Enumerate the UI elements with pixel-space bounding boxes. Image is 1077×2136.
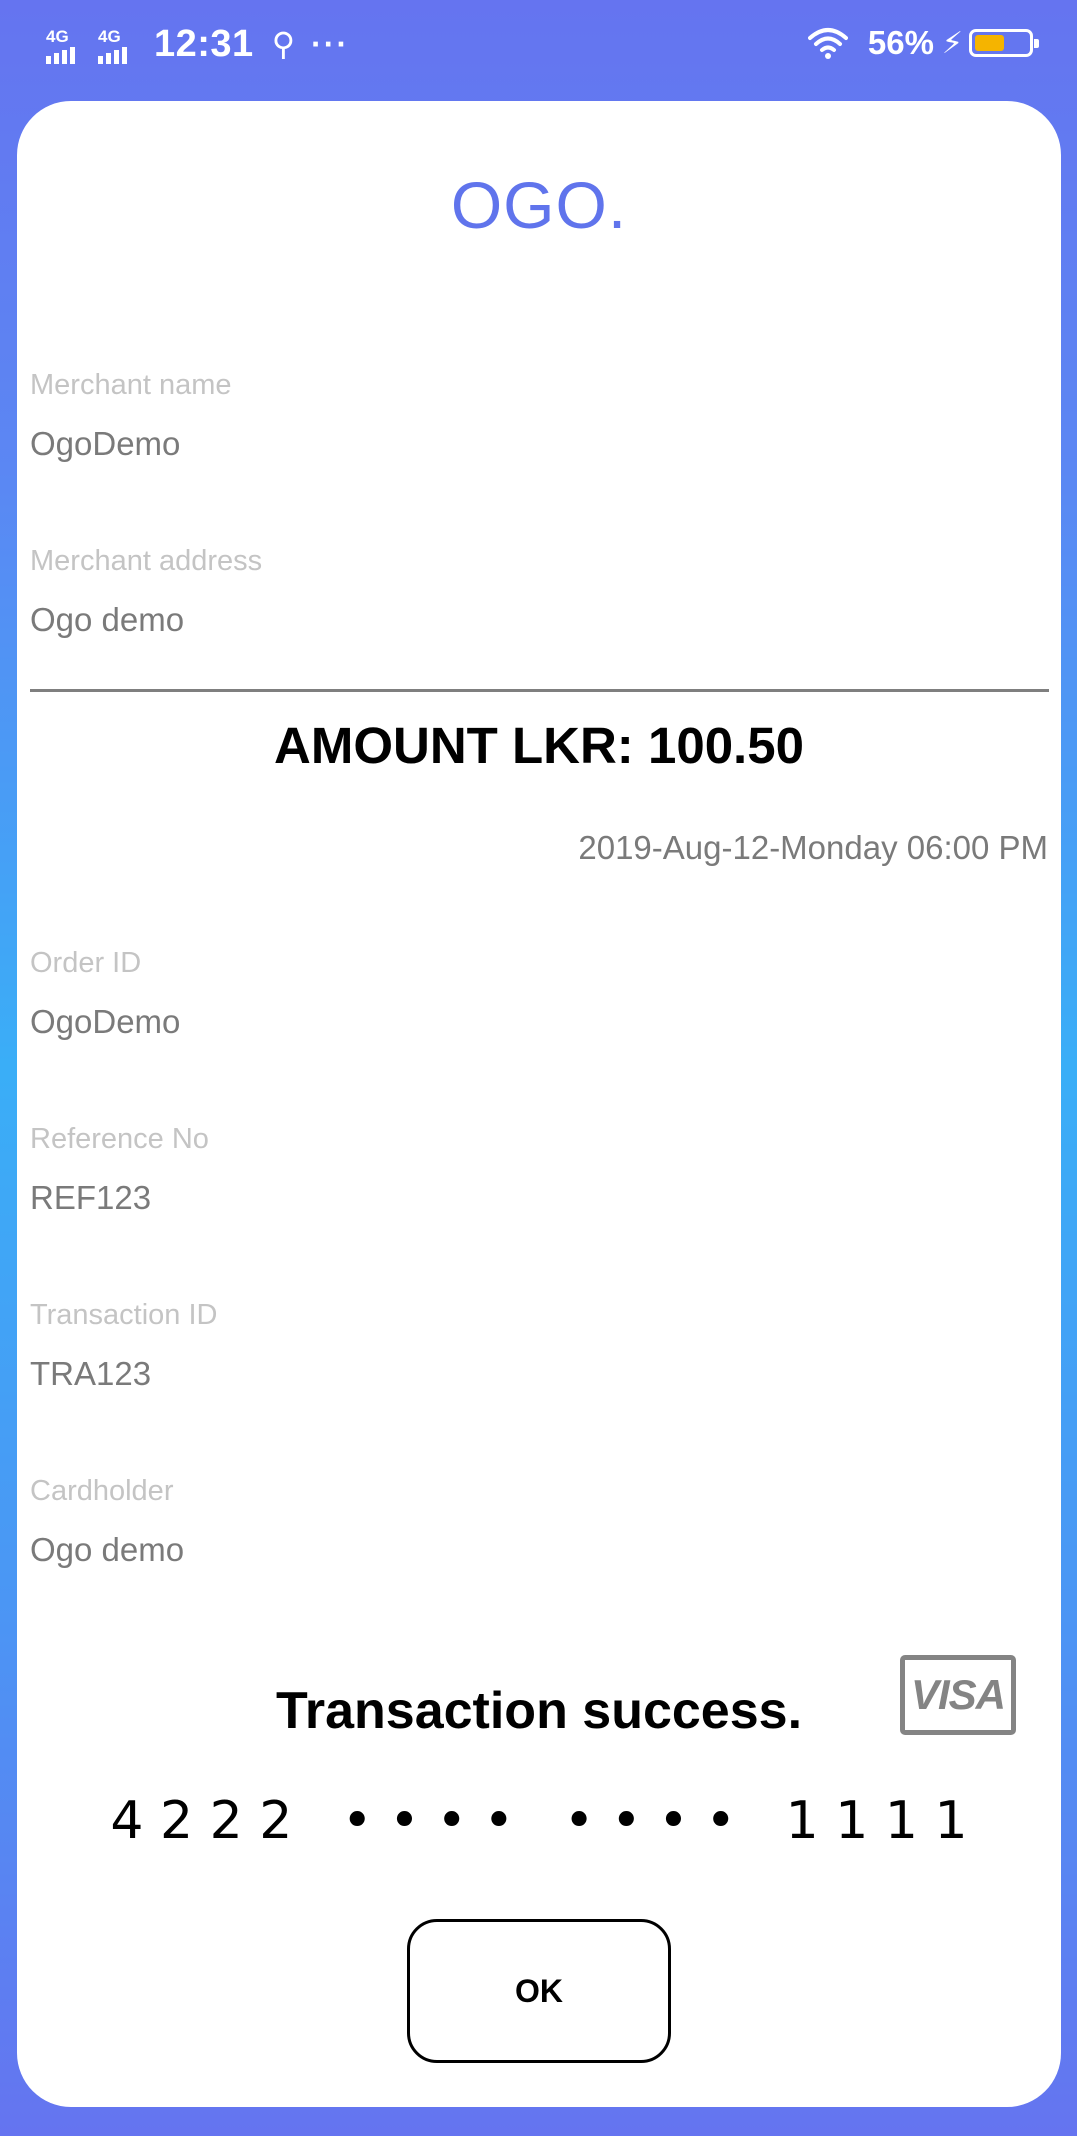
amount-total: AMOUNT LKR: 100.50 [274, 717, 804, 774]
cardholder-value: Ogo demo [30, 1531, 185, 1568]
merchant-address-value: Ogo demo [30, 601, 185, 638]
order-id-label: Order ID [30, 947, 142, 979]
receipt-card: OGO. Merchant name OgoDemo Merchant addr… [17, 101, 1061, 2107]
merchant-address-label: Merchant address [30, 545, 263, 577]
reference-no-label: Reference No [30, 1123, 209, 1155]
transaction-id-value: TRA123 [30, 1355, 152, 1392]
status-bar: 4G 4G 12:31 ⚲ ··· 56% ⚡ [0, 0, 1077, 100]
reference-no-value: REF123 [30, 1179, 152, 1216]
network-type-label-2: 4G [98, 27, 121, 46]
app-logo: OGO. [450, 168, 628, 242]
status-bar-left: 4G 4G 12:31 ⚲ ··· [44, 22, 349, 66]
status-bar-right: 56% ⚡ [807, 24, 1039, 62]
transaction-datetime: 2019-Aug-12-Monday 06:00 PM [578, 829, 1048, 866]
transaction-status-message: Transaction success. [275, 1682, 803, 1740]
cardholder-label: Cardholder [30, 1475, 174, 1507]
battery-percent: 56% [867, 24, 934, 61]
charging-icon: ⚡ [941, 26, 963, 60]
signal-icon: 4G [44, 22, 90, 66]
more-notifications-indicator: ··· [311, 25, 350, 62]
masked-card-number: 4 2 2 2 • • • • • • • • 1 1 1 1 [110, 1791, 968, 1851]
ok-button[interactable]: OK [407, 1919, 671, 2063]
transaction-id-label: Transaction ID [30, 1299, 218, 1331]
battery-level-fill [975, 35, 1004, 51]
merchant-name-label: Merchant name [30, 369, 232, 401]
network-type-label: 4G [46, 27, 69, 46]
battery-icon [969, 29, 1039, 57]
divider [30, 689, 1049, 692]
order-id-value: OgoDemo [30, 1003, 181, 1040]
usb-icon: ⚲ [271, 26, 296, 62]
wifi-icon [807, 28, 848, 59]
signal-icon-2: 4G [96, 22, 142, 66]
clock: 12:31 [154, 22, 254, 65]
merchant-name-value: OgoDemo [30, 425, 181, 462]
